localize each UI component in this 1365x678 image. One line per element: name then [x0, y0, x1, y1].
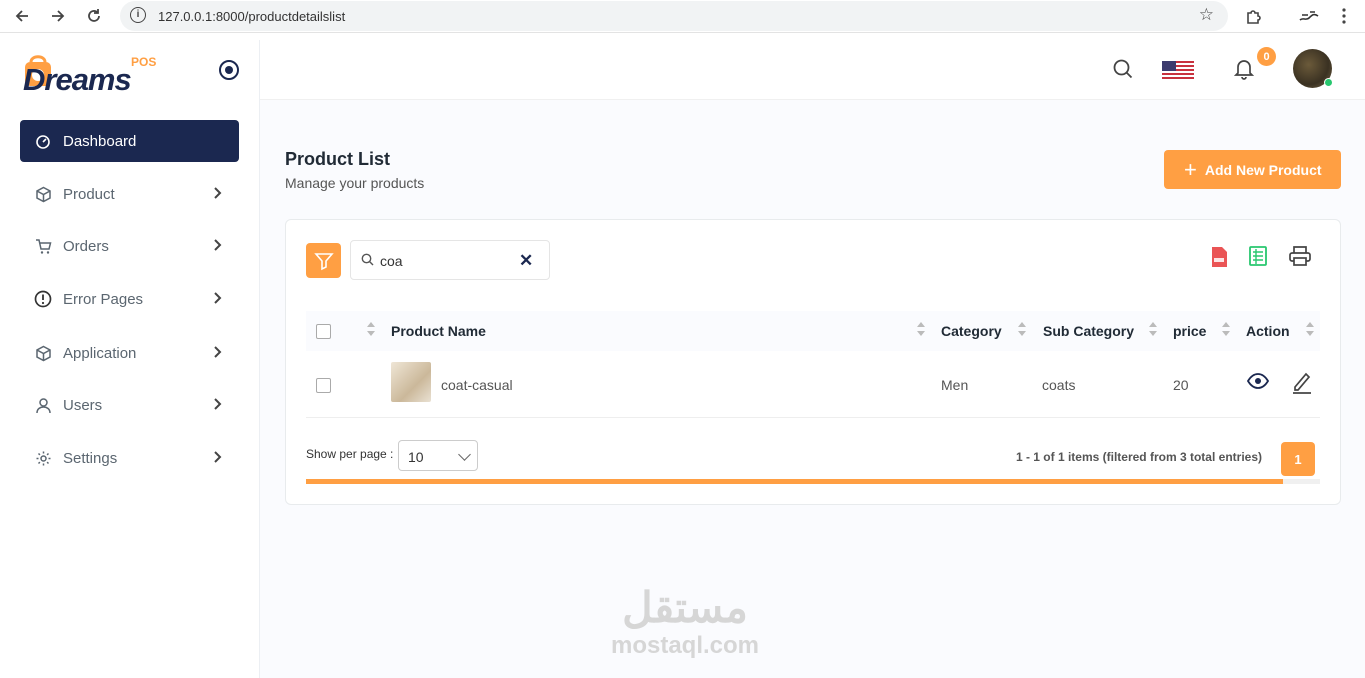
- reload-icon[interactable]: [83, 5, 105, 27]
- sidebar-item-label: Product: [63, 185, 115, 203]
- sidebar-item-product[interactable]: Product: [20, 173, 239, 215]
- sort-icon[interactable]: [917, 322, 926, 338]
- product-sub-category: coats: [1042, 377, 1076, 393]
- table-header: Product Name Category Sub Category price…: [306, 311, 1320, 351]
- gauge-icon: [34, 132, 52, 150]
- chevron-down-icon: [458, 448, 471, 461]
- forward-arrow-icon[interactable]: [47, 5, 69, 27]
- column-header-action: Action: [1246, 323, 1290, 339]
- per-page-label: Show per page :: [306, 447, 394, 461]
- product-category: Men: [941, 377, 969, 393]
- page-button-current[interactable]: 1: [1281, 442, 1315, 476]
- box-icon: [34, 344, 52, 362]
- eye-icon[interactable]: [1247, 373, 1269, 389]
- chevron-right-icon: [214, 346, 222, 358]
- chevron-right-icon: [214, 398, 222, 410]
- main-content: Product List Manage your products + Add …: [260, 100, 1365, 678]
- profile-icon[interactable]: [1296, 5, 1322, 27]
- chevron-right-icon: [214, 239, 222, 251]
- watermark: مستقل mostaql.com: [595, 582, 775, 672]
- url-text: 127.0.0.1:8000/productdetailslist: [158, 9, 346, 24]
- sort-icon[interactable]: [1149, 322, 1158, 338]
- product-thumbnail: [391, 362, 431, 402]
- sort-icon[interactable]: [367, 322, 376, 338]
- notification-badge: 0: [1257, 47, 1276, 66]
- add-button-label: Add New Product: [1204, 161, 1322, 178]
- sidebar-item-orders[interactable]: Orders: [20, 225, 239, 267]
- page-title: Product List: [285, 149, 391, 169]
- sidebar-item-error-pages[interactable]: Error Pages: [20, 278, 239, 320]
- sort-icon[interactable]: [1222, 322, 1231, 338]
- filter-button[interactable]: [306, 243, 341, 278]
- search-icon: [361, 253, 374, 266]
- chevron-right-icon: [214, 451, 222, 463]
- us-flag-icon[interactable]: [1162, 61, 1194, 79]
- table-row: coat-casual Men coats 20: [306, 351, 1320, 418]
- pdf-export-icon[interactable]: [1210, 246, 1228, 268]
- search-input[interactable]: [380, 251, 515, 271]
- pagination-info: 1 - 1 of 1 items (filtered from 3 total …: [1015, 450, 1262, 464]
- filter-icon: [313, 252, 334, 270]
- browser-menu-icon[interactable]: [1333, 5, 1355, 27]
- user-icon: [34, 396, 52, 414]
- box-icon: [34, 185, 52, 203]
- per-page-select[interactable]: 10: [398, 440, 478, 471]
- sidebar-item-label: Dashboard: [63, 132, 137, 150]
- sidebar-item-users[interactable]: Users: [20, 384, 239, 426]
- search-icon[interactable]: [1112, 58, 1134, 80]
- sidebar-toggle-icon[interactable]: [219, 60, 239, 80]
- row-checkbox[interactable]: [316, 378, 331, 393]
- product-table: Product Name Category Sub Category price…: [306, 311, 1320, 418]
- per-page-value: 10: [408, 449, 424, 465]
- logo-wordmark: Dreams: [23, 62, 132, 97]
- print-icon[interactable]: [1289, 246, 1311, 266]
- search-box: ✕: [350, 240, 550, 280]
- alert-circle-icon: [34, 290, 52, 308]
- sidebar-item-dashboard[interactable]: Dashboard: [20, 120, 239, 162]
- column-header-product-name[interactable]: Product Name: [391, 323, 486, 339]
- column-header-category[interactable]: Category: [941, 323, 1002, 339]
- bell-icon[interactable]: [1234, 58, 1254, 80]
- address-bar[interactable]: i 127.0.0.1:8000/productdetailslist ☆: [120, 1, 1228, 31]
- product-list-card: ✕ Product Name Category Sub Category: [285, 219, 1341, 505]
- sidebar-item-label: Settings: [63, 449, 118, 467]
- logo[interactable]: POS Dreams: [22, 50, 182, 97]
- column-header-price[interactable]: price: [1173, 323, 1206, 339]
- site-info-icon[interactable]: i: [130, 7, 146, 23]
- clear-search-icon[interactable]: ✕: [519, 251, 533, 271]
- extensions-icon[interactable]: [1243, 5, 1265, 27]
- product-name[interactable]: coat-casual: [441, 377, 513, 393]
- watermark-arabic: مستقل: [622, 584, 748, 631]
- cart-icon: [34, 237, 52, 255]
- excel-export-icon[interactable]: [1249, 246, 1267, 266]
- select-all-checkbox[interactable]: [316, 324, 331, 339]
- bookmark-star-icon[interactable]: ☆: [1199, 5, 1214, 25]
- logo-pos-text: POS: [131, 55, 157, 69]
- add-new-product-button[interactable]: + Add New Product: [1164, 150, 1341, 189]
- edit-pencil-icon[interactable]: [1291, 370, 1313, 394]
- scrollbar-thumb[interactable]: [306, 479, 1283, 484]
- back-arrow-icon[interactable]: [11, 5, 33, 27]
- sidebar-item-label: Orders: [63, 237, 109, 255]
- chevron-right-icon: [214, 187, 222, 199]
- product-price: 20: [1173, 377, 1189, 393]
- chevron-right-icon: [214, 292, 222, 304]
- gear-icon: [34, 449, 52, 467]
- sort-icon[interactable]: [1018, 322, 1027, 338]
- browser-toolbar: i 127.0.0.1:8000/productdetailslist ☆: [0, 0, 1365, 33]
- sidebar-item-label: Application: [63, 344, 137, 362]
- page-subtitle: Manage your products: [285, 175, 425, 191]
- watermark-latin: mostaql.com: [610, 632, 760, 659]
- sidebar: POS Dreams Dashboard Product Orders Erro…: [0, 40, 260, 678]
- sidebar-item-label: Error Pages: [63, 290, 144, 308]
- plus-icon: +: [1184, 156, 1197, 182]
- column-header-sub-category[interactable]: Sub Category: [1043, 323, 1134, 339]
- sidebar-item-label: Users: [63, 396, 103, 414]
- top-header: 0: [260, 40, 1365, 100]
- sidebar-item-application[interactable]: Application: [20, 332, 239, 374]
- sort-icon[interactable]: [1306, 322, 1315, 338]
- online-status-dot: [1324, 78, 1333, 87]
- horizontal-scrollbar[interactable]: [306, 479, 1320, 484]
- sidebar-item-settings[interactable]: Settings: [20, 437, 239, 479]
